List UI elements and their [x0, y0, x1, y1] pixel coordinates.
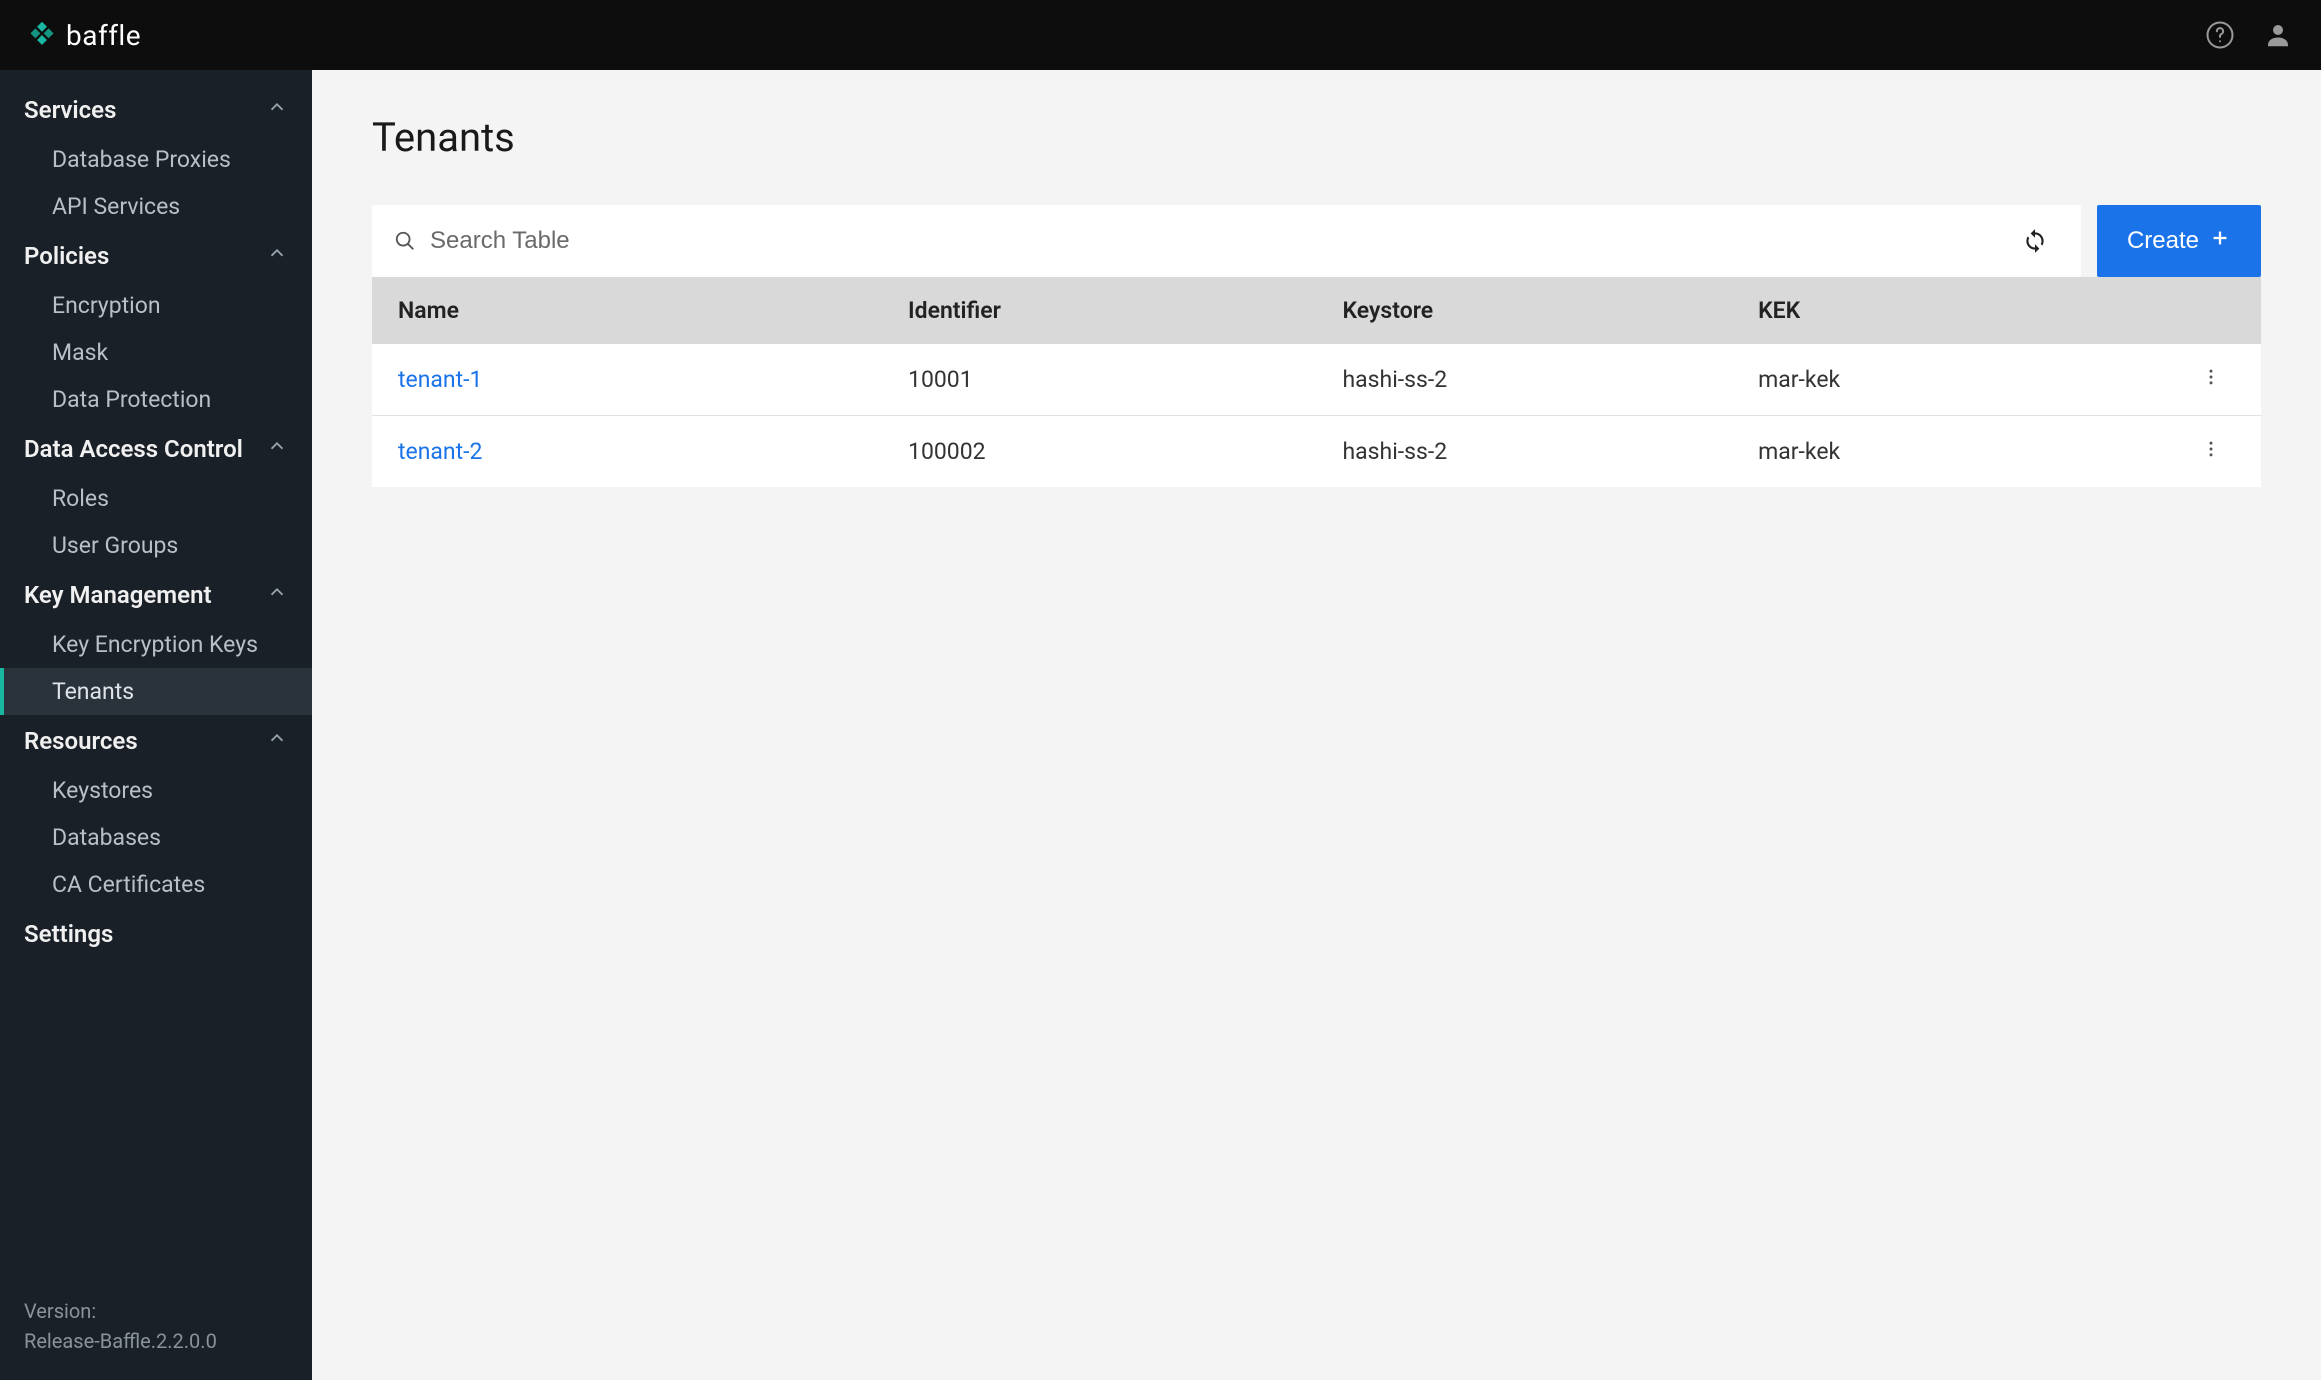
sidebar: Services Database Proxies API Services P…	[0, 70, 312, 1380]
cell-keystore: hashi-ss-2	[1316, 416, 1732, 488]
nav-item-label: API Services	[52, 193, 180, 220]
col-name[interactable]: Name	[372, 277, 882, 344]
nav-section-label: Key Management	[24, 581, 212, 609]
nav-item-label: Settings	[24, 920, 113, 948]
search-wrap	[372, 205, 2081, 277]
table-row: tenant-2 100002 hashi-ss-2 mar-kek	[372, 416, 2261, 488]
cell-keystore: hashi-ss-2	[1316, 344, 1732, 416]
nav-item-label: Data Protection	[52, 386, 211, 413]
nav-section-label: Data Access Control	[24, 435, 243, 463]
nav-item-databases[interactable]: Databases	[0, 814, 312, 861]
nav-item-label: User Groups	[52, 532, 178, 559]
version-label: Version:	[24, 1296, 288, 1326]
cell-kek: mar-kek	[1732, 416, 2161, 488]
nav-item-key-encryption-keys[interactable]: Key Encryption Keys	[0, 621, 312, 668]
main: Tenants Create	[312, 70, 2321, 1380]
nav-section-key-management[interactable]: Key Management	[0, 569, 312, 621]
nav-item-label: Roles	[52, 485, 109, 512]
tenant-link[interactable]: tenant-1	[398, 366, 482, 393]
brand-name: baffle	[66, 19, 141, 52]
nav-item-tenants[interactable]: Tenants	[0, 668, 312, 715]
toolbar: Create	[372, 205, 2261, 277]
nav-item-user-groups[interactable]: User Groups	[0, 522, 312, 569]
chevron-up-icon	[266, 242, 288, 270]
nav-item-encryption[interactable]: Encryption	[0, 282, 312, 329]
nav-item-label: Tenants	[52, 678, 134, 705]
nav-item-database-proxies[interactable]: Database Proxies	[0, 136, 312, 183]
nav-section-services[interactable]: Services	[0, 84, 312, 136]
brand-logo-icon	[28, 21, 56, 49]
nav-item-keystores[interactable]: Keystores	[0, 767, 312, 814]
nav-section-label: Policies	[24, 242, 109, 270]
chevron-up-icon	[266, 727, 288, 755]
kebab-icon[interactable]	[2201, 439, 2221, 459]
col-keystore[interactable]: Keystore	[1316, 277, 1732, 344]
topbar: baffle	[0, 0, 2321, 70]
col-actions	[2161, 277, 2261, 344]
tenants-table: Name Identifier Keystore KEK tenant-1 10…	[372, 277, 2261, 487]
page-title: Tenants	[372, 114, 2261, 161]
chevron-up-icon	[266, 435, 288, 463]
nav-item-label: Encryption	[52, 292, 161, 319]
create-button-label: Create	[2127, 227, 2199, 255]
version-value: Release-Baffle.2.2.0.0	[24, 1326, 288, 1356]
nav-item-label: Database Proxies	[52, 146, 231, 173]
nav-section-data-access-control[interactable]: Data Access Control	[0, 423, 312, 475]
nav-item-settings[interactable]: Settings	[0, 908, 312, 960]
nav-item-label: CA Certificates	[52, 871, 205, 898]
cell-identifier: 10001	[882, 344, 1316, 416]
nav-item-mask[interactable]: Mask	[0, 329, 312, 376]
nav-section-label: Services	[24, 96, 116, 124]
search-input[interactable]	[430, 227, 2011, 255]
nav-item-label: Databases	[52, 824, 161, 851]
cell-kek: mar-kek	[1732, 344, 2161, 416]
nav-item-roles[interactable]: Roles	[0, 475, 312, 522]
chevron-up-icon	[266, 581, 288, 609]
chevron-up-icon	[266, 96, 288, 124]
create-button[interactable]: Create	[2097, 205, 2261, 277]
nav-item-ca-certificates[interactable]: CA Certificates	[0, 861, 312, 908]
nav-section-policies[interactable]: Policies	[0, 230, 312, 282]
topbar-right	[2205, 20, 2293, 50]
nav-item-api-services[interactable]: API Services	[0, 183, 312, 230]
nav-section-label: Resources	[24, 727, 138, 755]
nav: Services Database Proxies API Services P…	[0, 70, 312, 1278]
col-identifier[interactable]: Identifier	[882, 277, 1316, 344]
tenant-link[interactable]: tenant-2	[398, 438, 482, 465]
table-row: tenant-1 10001 hashi-ss-2 mar-kek	[372, 344, 2261, 416]
sidebar-footer: Version: Release-Baffle.2.2.0.0	[0, 1278, 312, 1380]
help-icon[interactable]	[2205, 20, 2235, 50]
nav-item-label: Keystores	[52, 777, 153, 804]
plus-icon	[2209, 227, 2231, 256]
refresh-icon[interactable]	[2011, 228, 2059, 254]
nav-item-data-protection[interactable]: Data Protection	[0, 376, 312, 423]
nav-section-resources[interactable]: Resources	[0, 715, 312, 767]
nav-item-label: Key Encryption Keys	[52, 631, 258, 658]
kebab-icon[interactable]	[2201, 367, 2221, 387]
cell-identifier: 100002	[882, 416, 1316, 488]
search-icon	[394, 230, 416, 252]
user-icon[interactable]	[2263, 20, 2293, 50]
brand: baffle	[28, 19, 141, 52]
nav-item-label: Mask	[52, 339, 108, 366]
col-kek[interactable]: KEK	[1732, 277, 2161, 344]
